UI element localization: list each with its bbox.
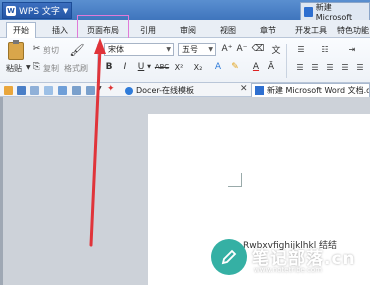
page-layout-highlight <box>77 15 129 39</box>
document-icon <box>304 6 313 17</box>
char-border-icon[interactable]: Ā <box>266 61 276 73</box>
tab-special-features[interactable]: 特色功能 <box>337 23 370 37</box>
paste-button-label[interactable]: 粘贴 <box>6 63 22 74</box>
superscript-button[interactable]: X² <box>172 61 186 73</box>
margin-corner-mark <box>228 186 242 187</box>
bullet-list-icon[interactable]: ☰ <box>294 43 308 55</box>
align-center-icon[interactable]: ☰ <box>309 62 321 72</box>
pinyin-icon[interactable]: 文 <box>270 43 282 56</box>
align-right-icon[interactable]: ☰ <box>324 62 336 72</box>
chevron-down-icon: ▼ <box>208 46 213 53</box>
export-pdf-icon[interactable] <box>58 86 67 95</box>
paste-icon[interactable] <box>8 40 24 60</box>
format-painter-icon[interactable]: 🖌 <box>69 42 84 58</box>
wps-app-menu-button[interactable]: W WPS 文字 ▼ <box>2 2 72 19</box>
close-icon[interactable]: ✕ <box>240 84 248 94</box>
pencil-icon <box>221 249 237 265</box>
align-left-icon[interactable]: ☰ <box>294 62 306 72</box>
underline-chevron-icon[interactable]: ▼ <box>146 61 152 73</box>
margin-corner-mark <box>241 173 242 187</box>
tab-insert[interactable]: 插入 <box>47 23 73 37</box>
menu-bar: 开始 插入 页面布局 引用 审阅 视图 章节 开发工具 特色功能 <box>0 20 370 38</box>
font-size-select[interactable]: 五号 ▼ <box>178 43 216 56</box>
scissors-icon[interactable]: ✂ <box>32 44 41 54</box>
document-tab[interactable]: 新建 Microsoft Word 文档.do <box>251 83 370 97</box>
subscript-button[interactable]: X₂ <box>191 61 205 73</box>
pin-icon[interactable]: ✦ <box>107 84 115 94</box>
font-size-value: 五号 <box>182 45 198 54</box>
distribute-icon[interactable]: ☰ <box>354 62 366 72</box>
word-document-icon <box>255 86 264 95</box>
font-name-value: 宋体 <box>108 45 124 54</box>
underline-button[interactable]: U <box>136 61 146 73</box>
tab-sections[interactable]: 章节 <box>255 23 281 37</box>
chevron-down-icon: ▼ <box>166 46 171 53</box>
save-icon[interactable] <box>17 86 26 95</box>
ribbon-separator <box>286 44 287 78</box>
tab-view[interactable]: 视图 <box>215 23 241 37</box>
left-edge-strip <box>0 97 3 285</box>
justify-icon[interactable]: ☰ <box>339 62 351 72</box>
copy-button-label[interactable]: 复制 <box>43 63 59 74</box>
font-name-select[interactable]: 宋体 ▼ <box>104 43 174 56</box>
watermark-url: www.notetribe.com <box>254 266 323 274</box>
docer-icon <box>125 86 133 95</box>
tab-home[interactable]: 开始 <box>6 22 36 38</box>
italic-button[interactable]: I <box>120 61 130 73</box>
print-preview-icon[interactable] <box>30 86 39 95</box>
document-title-tab[interactable]: 新建 Microsoft <box>300 2 370 22</box>
quick-access-chevron-icon[interactable]: ▼ <box>97 85 102 92</box>
tab-references[interactable]: 引用 <box>136 23 160 37</box>
title-bar: W WPS 文字 ▼ 新建 Microsoft <box>0 0 370 22</box>
numbered-list-icon[interactable]: ☷ <box>318 43 332 55</box>
ribbon-separator <box>97 44 98 78</box>
text-effect-icon[interactable]: A <box>212 61 224 73</box>
copy-icon[interactable]: ⎘ <box>32 62 41 72</box>
cut-button-label[interactable]: 剪切 <box>43 45 59 56</box>
paste-chevron-icon[interactable]: ▼ <box>26 64 31 71</box>
grow-font-button[interactable]: A⁺ <box>221 43 233 55</box>
shrink-font-button[interactable]: A⁻ <box>236 43 248 55</box>
strikethrough-button[interactable]: ABC <box>154 61 170 73</box>
app-title: WPS 文字 <box>19 7 60 17</box>
undo-icon[interactable] <box>72 86 81 95</box>
clear-format-icon[interactable]: ⌫ <box>252 43 265 55</box>
tab-developer[interactable]: 开发工具 <box>292 23 330 37</box>
wps-logo-icon: W <box>6 5 16 16</box>
docer-tab[interactable]: Docer-在线模板 <box>121 84 249 97</box>
docer-tab-label: Docer-在线模板 <box>136 86 195 95</box>
tab-review[interactable]: 审阅 <box>175 23 201 37</box>
font-color-button[interactable]: A <box>250 61 262 73</box>
watermark-logo-icon <box>211 239 247 275</box>
print-icon[interactable] <box>44 86 53 95</box>
format-painter-label[interactable]: 格式刷 <box>64 63 88 74</box>
indent-icon[interactable]: ⇥ <box>345 43 359 55</box>
open-folder-icon[interactable] <box>4 86 13 95</box>
redo-icon[interactable] <box>86 86 95 95</box>
chevron-down-icon: ▼ <box>62 6 69 15</box>
highlight-icon[interactable]: ✎ <box>229 61 241 73</box>
document-title-label: 新建 Microsoft <box>315 2 353 22</box>
document-tab-label: 新建 Microsoft Word 文档.do <box>267 86 370 95</box>
bold-button[interactable]: B <box>104 61 114 73</box>
